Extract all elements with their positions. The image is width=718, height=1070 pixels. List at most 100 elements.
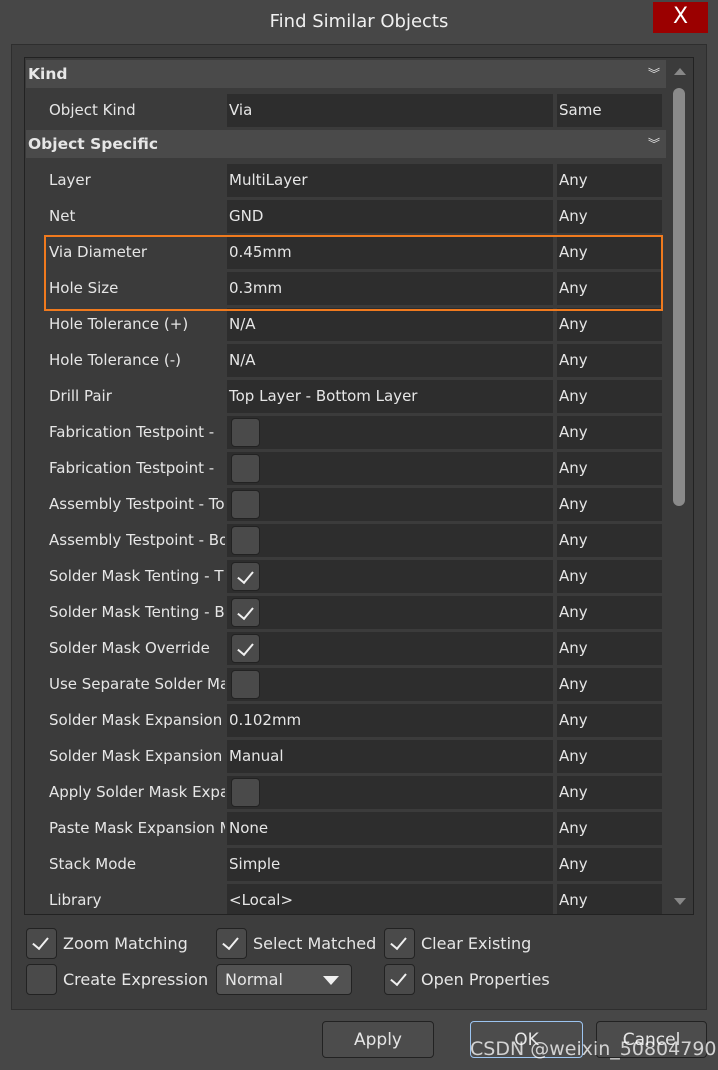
row-value[interactable]: GND <box>227 200 553 233</box>
checkbox-icon[interactable] <box>231 562 260 591</box>
mode-dropdown[interactable]: Normal <box>216 964 352 995</box>
dropdown-value: Normal <box>225 970 283 989</box>
close-button[interactable]: X <box>653 2 708 33</box>
row-label: Solder Mask Expansion <box>49 747 223 765</box>
table-row: Assembly Testpoint - To Any <box>25 488 665 521</box>
checkbox-icon[interactable] <box>231 454 260 483</box>
checkbox-icon[interactable] <box>26 928 57 959</box>
section-kind[interactable]: Kind ︾ <box>26 60 666 88</box>
row-compare[interactable]: Any <box>557 308 662 341</box>
section-object-specific[interactable]: Object Specific ︾ <box>26 130 666 158</box>
checkbox-icon[interactable] <box>216 928 247 959</box>
zoom-matching-checkbox[interactable]: Zoom Matching <box>26 928 188 959</box>
row-label: Net <box>49 207 76 225</box>
row-label: Solder Mask Expansion <box>49 711 223 729</box>
row-value <box>227 632 553 665</box>
row-label: Fabrication Testpoint - <box>49 423 215 441</box>
option-label: Select Matched <box>253 934 377 953</box>
clear-existing-checkbox[interactable]: Clear Existing <box>384 928 531 959</box>
row-compare[interactable]: Any <box>557 380 662 413</box>
row-value[interactable]: Via <box>227 94 553 127</box>
collapse-chevron-icon[interactable]: ︾ <box>648 130 660 158</box>
table-row: Stack Mode Simple Any <box>25 848 665 881</box>
row-value[interactable]: N/A <box>227 308 553 341</box>
checkbox-icon[interactable] <box>231 634 260 663</box>
table-row: Hole Tolerance (+) N/A Any <box>25 308 665 341</box>
row-label: Fabrication Testpoint - <box>49 459 215 477</box>
option-label: Zoom Matching <box>63 934 188 953</box>
row-compare[interactable]: Any <box>557 848 662 881</box>
row-value <box>227 416 553 449</box>
row-value <box>227 776 553 809</box>
table-row: Library <Local> Any <box>25 884 665 914</box>
checkbox-icon[interactable] <box>231 490 260 519</box>
row-compare[interactable]: Any <box>557 668 662 701</box>
row-compare[interactable]: Any <box>557 416 662 449</box>
row-value[interactable]: Top Layer - Bottom Layer <box>227 380 553 413</box>
row-label: Solder Mask Override <box>49 639 210 657</box>
table-row: Use Separate Solder Mask Any <box>25 668 665 701</box>
table-row: Paste Mask Expansion ModeNoneAny <box>25 812 665 845</box>
row-compare[interactable]: Any <box>557 704 662 737</box>
properties-grid: Kind ︾ Object Kind Via Same Object Specif… <box>24 57 694 915</box>
collapse-chevron-icon[interactable]: ︾ <box>648 60 660 88</box>
row-label: Apply Solder Mask Expansion <box>49 783 225 801</box>
row-label: Solder Mask Tenting - B <box>49 603 225 621</box>
row-compare[interactable]: Any <box>557 488 662 521</box>
table-row: Apply Solder Mask Expansion Any <box>25 776 665 809</box>
table-row: Solder Mask Expansion 0.102mm Any <box>25 704 665 737</box>
table-row: Fabrication Testpoint - Any <box>25 416 665 449</box>
apply-button[interactable]: Apply <box>322 1021 434 1058</box>
row-label: Library <box>49 891 102 909</box>
row-compare[interactable]: Any <box>557 776 662 809</box>
row-value[interactable]: 0.102mm <box>227 704 553 737</box>
row-value[interactable]: Manual <box>227 740 553 773</box>
row-value <box>227 452 553 485</box>
select-matched-checkbox[interactable]: Select Matched <box>216 928 376 959</box>
row-compare[interactable]: Any <box>557 344 662 377</box>
option-label: Create Expression <box>63 970 209 989</box>
checkbox-icon[interactable] <box>231 598 260 627</box>
row-compare[interactable]: Any <box>557 632 662 665</box>
create-expression-checkbox[interactable]: Create Expression <box>26 964 208 995</box>
row-value[interactable]: Simple <box>227 848 553 881</box>
row-value[interactable]: N/A <box>227 344 553 377</box>
row-compare[interactable]: Any <box>557 200 662 233</box>
row-compare[interactable]: Any <box>557 740 662 773</box>
table-row: Solder Mask Tenting - B Any <box>25 596 665 629</box>
checkbox-icon[interactable] <box>231 778 260 807</box>
watermark: CSDN @weixin_50804790 <box>470 1038 717 1060</box>
row-compare[interactable]: Same <box>557 94 662 127</box>
row-value[interactable]: MultiLayer <box>227 164 553 197</box>
table-row: Net GND Any <box>25 200 665 233</box>
row-value <box>227 668 553 701</box>
row-label: Hole Tolerance (-) <box>49 351 182 369</box>
row-value[interactable]: <Local> <box>227 884 553 914</box>
checkbox-icon[interactable] <box>26 964 57 995</box>
row-compare[interactable]: Any <box>557 884 662 914</box>
scroll-up-icon[interactable] <box>674 68 686 75</box>
scrollbar[interactable] <box>668 58 693 914</box>
dropdown-arrow-icon <box>323 976 339 985</box>
table-row: Solder Mask Tenting - T Any <box>25 560 665 593</box>
row-compare[interactable]: Any <box>557 560 662 593</box>
open-properties-checkbox[interactable]: Open Properties <box>384 964 550 995</box>
checkbox-icon[interactable] <box>231 418 260 447</box>
row-compare[interactable]: Any <box>557 596 662 629</box>
checkbox-icon[interactable] <box>384 928 415 959</box>
checkbox-icon[interactable] <box>384 964 415 995</box>
row-compare[interactable]: Any <box>557 524 662 557</box>
checkbox-icon[interactable] <box>231 670 260 699</box>
row-value <box>227 560 553 593</box>
row-label: Layer <box>49 171 91 189</box>
row-compare[interactable]: Any <box>557 164 662 197</box>
table-row: Solder Mask Override Any <box>25 632 665 665</box>
scroll-down-icon[interactable] <box>674 898 686 905</box>
row-compare[interactable]: Any <box>557 812 662 845</box>
scroll-thumb[interactable] <box>673 88 685 506</box>
row-value[interactable]: None <box>227 812 553 845</box>
row-label: Solder Mask Tenting - T <box>49 567 224 585</box>
row-compare[interactable]: Any <box>557 452 662 485</box>
checkbox-icon[interactable] <box>231 526 260 555</box>
row-value <box>227 488 553 521</box>
